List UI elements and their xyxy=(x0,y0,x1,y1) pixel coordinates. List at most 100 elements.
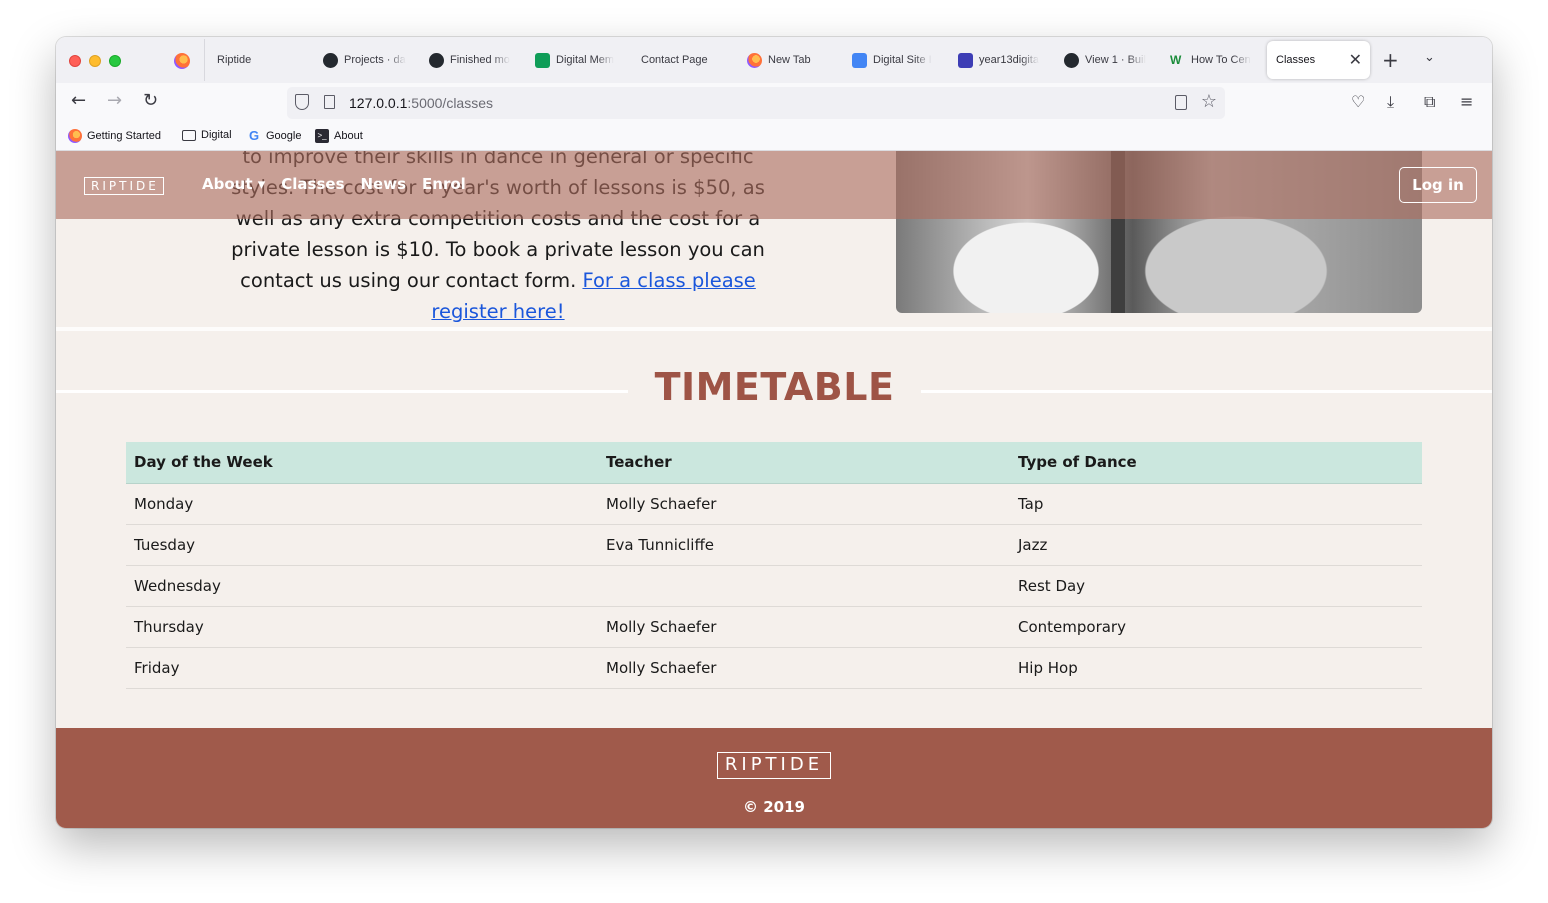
terminal-icon: >_ xyxy=(315,129,329,143)
column-header-day: Day of the Week xyxy=(126,442,598,484)
tab-label: Finished mo xyxy=(450,54,510,66)
minimize-window-button[interactable] xyxy=(89,55,101,67)
table-header-row: Day of the Week Teacher Type of Dance xyxy=(126,442,1422,484)
close-window-button[interactable] xyxy=(69,55,81,67)
day-cell: Monday xyxy=(126,483,598,525)
tab-classes-active[interactable]: Classes ✕ xyxy=(1267,41,1370,79)
tab-label: New Tab xyxy=(768,54,811,66)
tab-projects[interactable]: Projects · da xyxy=(323,45,413,75)
close-tab-icon[interactable]: ✕ xyxy=(1349,50,1362,70)
firefox-icon xyxy=(747,52,762,68)
tab-strip: Riptide Projects · da Finished mo Digita… xyxy=(56,37,1492,83)
firefox-view-icon[interactable] xyxy=(174,53,190,69)
teacher-cell: Eva Tunnicliffe xyxy=(598,524,1010,566)
url-text[interactable]: 127.0.0.1:5000/classes xyxy=(349,95,493,111)
teacher-cell xyxy=(598,565,1010,607)
tab-new-tab[interactable]: New Tab xyxy=(747,45,837,75)
teacher-cell: Molly Schaefer xyxy=(598,483,1010,525)
table-row: Tuesday Eva Tunnicliffe Jazz xyxy=(126,524,1422,566)
title-rule-left xyxy=(56,390,628,393)
google-sheets-icon xyxy=(535,52,550,68)
url-path: :5000/classes xyxy=(407,95,493,111)
dance-type-cell: Jazz xyxy=(1010,524,1422,566)
site-nav-links: About ▾ Classes News Enrol xyxy=(202,175,466,193)
firefox-icon xyxy=(68,129,82,143)
dance-type-cell: Tap xyxy=(1010,483,1422,525)
tab-riptide[interactable]: Riptide xyxy=(217,45,307,75)
nav-about-dropdown[interactable]: About ▾ xyxy=(202,175,265,193)
tab-digital-mem[interactable]: Digital Mem xyxy=(535,45,625,75)
url-host: 127.0.0.1 xyxy=(349,95,408,111)
page-viewport: to improve their skills in dance in gene… xyxy=(56,151,1492,828)
title-rule-right xyxy=(921,390,1492,393)
bookmark-digital[interactable]: Digital xyxy=(182,129,232,141)
tab-label: Classes xyxy=(1276,54,1316,66)
nav-classes[interactable]: Classes xyxy=(281,175,344,193)
url-bar[interactable]: 127.0.0.1:5000/classes ☆ xyxy=(287,87,1225,119)
forward-button[interactable]: → xyxy=(107,91,122,111)
extensions-icon[interactable]: ⧉ xyxy=(1424,92,1435,112)
tab-contact-page[interactable]: Contact Page xyxy=(641,45,731,75)
timetable-table: Day of the Week Teacher Type of Dance Mo… xyxy=(126,442,1422,689)
site-navbar: RIPTIDE About ▾ Classes News Enrol Log i… xyxy=(56,151,1492,219)
nav-news[interactable]: News xyxy=(361,175,407,193)
bookmark-about[interactable]: >_ About xyxy=(315,129,363,143)
back-button[interactable]: ← xyxy=(71,91,86,111)
tab-label: Projects · da xyxy=(344,54,406,66)
login-button[interactable]: Log in xyxy=(1399,167,1477,203)
bookmark-label: Getting Started xyxy=(87,130,161,142)
tab-label: year13digita xyxy=(979,54,1039,66)
dance-type-cell: Contemporary xyxy=(1010,606,1422,648)
bookmark-label: Google xyxy=(266,130,302,142)
google-sites-icon xyxy=(958,52,973,68)
table-row: Thursday Molly Schaefer Contemporary xyxy=(126,606,1422,648)
browser-window: Riptide Projects · da Finished mo Digita… xyxy=(56,37,1492,828)
column-header-dance-type: Type of Dance xyxy=(1010,442,1422,484)
tab-label: How To Cen xyxy=(1191,54,1251,66)
bookmark-star-icon[interactable]: ☆ xyxy=(1201,91,1217,112)
site-footer: RIPTIDE © 2019 xyxy=(56,728,1492,828)
tab-year13digital[interactable]: year13digita xyxy=(958,45,1048,75)
day-cell: Thursday xyxy=(126,606,598,648)
tab-how-to-center[interactable]: W How To Cen xyxy=(1170,45,1260,75)
section-divider xyxy=(56,327,1492,331)
page-info-icon[interactable] xyxy=(324,95,335,109)
pocket-icon[interactable]: ♡ xyxy=(1351,92,1365,111)
zoom-window-button[interactable] xyxy=(109,55,121,67)
tab-digital-site[interactable]: Digital Site I xyxy=(852,45,942,75)
list-all-tabs-button[interactable]: ⌄ xyxy=(1424,50,1435,65)
bookmarks-toolbar: Getting Started Digital G Google >_ Abou… xyxy=(56,123,1492,151)
bookmark-google[interactable]: G Google xyxy=(247,128,302,143)
day-cell: Tuesday xyxy=(126,524,598,566)
menu-icon[interactable]: ≡ xyxy=(1460,92,1473,111)
tab-label: Digital Mem xyxy=(556,54,615,66)
dance-type-cell: Hip Hop xyxy=(1010,647,1422,689)
table-row: Friday Molly Schaefer Hip Hop xyxy=(126,647,1422,689)
site-logo[interactable]: RIPTIDE xyxy=(84,177,164,195)
reload-button[interactable]: ↻ xyxy=(143,91,158,111)
tab-finished[interactable]: Finished mo xyxy=(429,45,519,75)
google-icon: G xyxy=(248,128,260,143)
github-icon xyxy=(323,52,338,68)
nav-enrol[interactable]: Enrol xyxy=(422,175,466,193)
downloads-icon[interactable]: ⤓ xyxy=(1387,92,1394,112)
footer-logo: RIPTIDE xyxy=(717,752,831,779)
navigation-toolbar: ← → ↻ 127.0.0.1:5000/classes ☆ ♡ ⤓ ⧉ ≡ xyxy=(56,83,1492,123)
w3-icon: W xyxy=(1170,52,1182,67)
tab-label: View 1 · Buil xyxy=(1085,54,1146,66)
bookmark-label: About xyxy=(334,130,363,142)
dance-type-cell: Rest Day xyxy=(1010,565,1422,607)
table-row: Monday Molly Schaefer Tap xyxy=(126,483,1422,525)
reader-view-icon[interactable] xyxy=(1175,95,1187,110)
tracking-protection-icon[interactable] xyxy=(295,94,309,110)
new-tab-button[interactable]: + xyxy=(1382,48,1399,72)
bookmark-getting-started[interactable]: Getting Started xyxy=(68,129,161,143)
tab-label: Digital Site I xyxy=(873,54,932,66)
tab-view-1[interactable]: View 1 · Buil xyxy=(1064,45,1154,75)
column-header-teacher: Teacher xyxy=(598,442,1010,484)
folder-icon xyxy=(182,129,196,141)
github-icon xyxy=(1064,52,1079,68)
timetable-heading: TIMETABLE xyxy=(654,365,895,409)
bookmark-label: Digital xyxy=(201,129,232,141)
table-row: Wednesday Rest Day xyxy=(126,565,1422,607)
